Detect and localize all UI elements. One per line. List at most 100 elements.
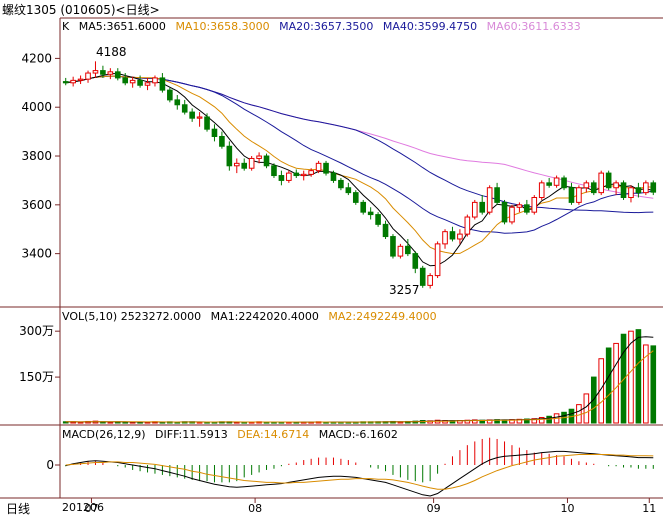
candle-body	[271, 165, 277, 177]
candle-body	[233, 162, 240, 167]
candle-body	[196, 116, 203, 119]
candle-body	[375, 214, 381, 225]
candle-body	[315, 162, 322, 172]
candle-body	[219, 135, 225, 147]
indicator-label: K	[62, 20, 70, 33]
macd-value: MACD:-6.1602	[318, 428, 398, 441]
candle-body	[122, 77, 129, 84]
candle-body	[650, 182, 657, 193]
candle-body	[129, 79, 136, 84]
date-axis: 07 08 09 10 11	[84, 498, 656, 515]
candle-body	[92, 70, 99, 74]
candle-body	[352, 192, 359, 203]
candle-body	[449, 231, 456, 240]
macd-legend: MACD(26,12,9) DIFF:11.5913 DEA:14.6714 M…	[62, 428, 404, 441]
macd-tick-label: 0	[46, 458, 54, 472]
volume-bar	[613, 342, 619, 424]
candle-body	[330, 172, 337, 181]
candle-body	[442, 231, 448, 245]
price-tick-label: 3800	[21, 149, 52, 163]
candle-body	[419, 267, 426, 286]
candle-body	[181, 104, 188, 113]
macd-dea-value: DEA:14.6714	[237, 428, 310, 441]
volume-bar	[583, 393, 590, 424]
candle-body	[382, 223, 389, 238]
candle-body	[174, 99, 181, 106]
candle-body	[531, 197, 538, 213]
candle-body	[167, 89, 173, 101]
candle-body	[405, 245, 411, 255]
ma10-value: MA10:3658.3000	[175, 20, 270, 33]
candle-body	[114, 71, 121, 79]
candle-body	[598, 172, 605, 194]
candle-body	[397, 245, 404, 257]
candle-body	[494, 187, 500, 203]
period-label: 日线	[6, 502, 31, 516]
candle-body	[263, 155, 270, 167]
volume-bar	[605, 347, 612, 424]
volume-bar	[620, 333, 627, 424]
volume-ma1-line	[65, 336, 654, 423]
candle-body	[620, 182, 627, 199]
ma60-value: MA60:3611.6333	[486, 20, 581, 33]
candle-body	[524, 204, 530, 213]
ma40-line	[65, 75, 654, 214]
volume-bar	[635, 329, 642, 424]
candle-body	[278, 175, 285, 181]
macd-series: 0	[46, 437, 654, 497]
vol-ma2-value: MA2:2492249.4000	[328, 310, 437, 323]
date-tick-label: 08	[248, 502, 262, 515]
start-date-label: 201206	[62, 501, 104, 514]
ma40-value: MA40:3599.4750	[382, 20, 478, 33]
candle-body	[248, 157, 255, 169]
candle-body	[300, 173, 307, 177]
volume-ma2-line	[65, 350, 654, 423]
candle-body	[62, 81, 69, 84]
macd-diff-line	[65, 450, 654, 497]
candle-body	[338, 179, 344, 189]
candle-body	[605, 172, 612, 189]
candle-body	[516, 204, 523, 208]
candle-body	[137, 79, 143, 86]
volume-tick-label: 300万	[19, 324, 54, 338]
ma20-value: MA20:3657.3500	[279, 20, 374, 33]
candle-body	[85, 72, 91, 80]
candle-body	[308, 170, 314, 175]
candle-body	[561, 177, 567, 189]
candle-body	[345, 187, 352, 194]
candle-body	[159, 77, 166, 91]
candle-body	[538, 182, 545, 199]
candle-body	[486, 187, 493, 213]
price-tick-label: 3400	[21, 247, 52, 261]
vol-ma1-value: MA1:2242020.4000	[210, 310, 319, 323]
candle-body	[628, 187, 634, 199]
moving-average-lines	[65, 72, 654, 267]
quote-chart-window: 螺纹1305 (010605)<日线> 4200 4000 3800 3600 3400…	[0, 0, 663, 516]
vol-value: VOL(5,10) 2523272.0000	[62, 310, 202, 323]
price-tick-label: 4000	[21, 100, 52, 114]
high-price-label: 4188	[96, 45, 127, 59]
candle-body	[613, 182, 619, 189]
candle-body	[323, 162, 329, 174]
volume-bar	[107, 421, 114, 424]
candle-body	[457, 233, 463, 240]
candle-body	[256, 155, 262, 159]
candle-body	[568, 187, 575, 203]
candle-body	[412, 253, 419, 269]
candle-body	[226, 145, 233, 167]
candle-body	[464, 216, 471, 235]
candle-body	[509, 206, 515, 223]
candle-body	[70, 79, 76, 84]
volume-bar	[546, 415, 552, 424]
macd-diff-value: DIFF:11.5913	[155, 428, 228, 441]
volume-bar	[650, 345, 657, 424]
price-axis: 4200 4000 3800 3600 3400	[21, 51, 60, 261]
candle-body	[100, 70, 106, 75]
candle-body	[152, 77, 158, 84]
volume-bar	[576, 404, 582, 424]
candle-body	[471, 201, 478, 218]
candle-body	[241, 162, 248, 169]
price-tick-label: 3600	[21, 198, 52, 212]
candle-body	[427, 275, 433, 286]
candle-body	[367, 211, 374, 216]
